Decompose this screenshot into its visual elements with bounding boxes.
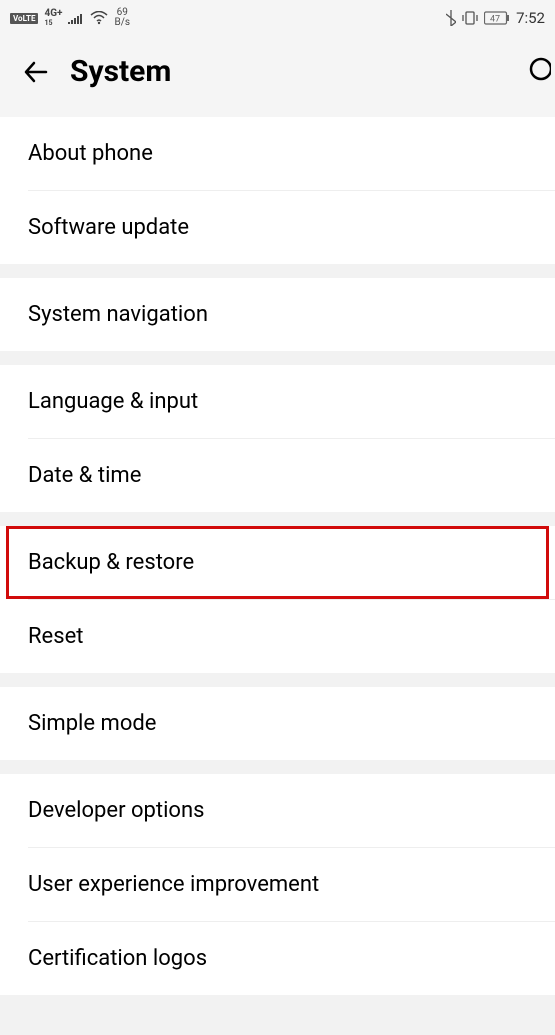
row-certification-logos[interactable]: Certification logos <box>0 922 555 995</box>
row-label: About phone <box>28 141 153 166</box>
search-button[interactable] <box>521 55 551 89</box>
row-label: Simple mode <box>28 711 156 736</box>
wifi-icon <box>90 11 108 25</box>
settings-group: Backup & restore Reset <box>0 526 555 673</box>
settings-list: About phone Software update System navigat… <box>0 117 555 995</box>
status-bar: VoLTE 4G+ 15 69 B/s 47 7:52 <box>0 0 555 36</box>
status-left: VoLTE 4G+ 15 69 B/s <box>10 8 130 28</box>
row-label: Developer options <box>28 798 204 823</box>
settings-group: System navigation <box>0 278 555 351</box>
row-label: Language & input <box>28 389 198 414</box>
network-speed: 69 B/s <box>114 8 130 28</box>
row-software-update[interactable]: Software update <box>0 191 555 264</box>
settings-group: Simple mode <box>0 687 555 760</box>
battery-icon: 47 <box>484 11 510 25</box>
bluetooth-icon <box>446 10 456 26</box>
vibrate-icon <box>462 11 478 25</box>
page-header: System <box>0 36 555 117</box>
row-label: Reset <box>28 624 83 649</box>
back-arrow-icon <box>20 56 52 88</box>
search-icon <box>521 55 551 85</box>
row-label: Backup & restore <box>28 550 194 575</box>
row-language-input[interactable]: Language & input <box>0 365 555 438</box>
volte-badge: VoLTE <box>10 13 38 24</box>
signal-icon <box>68 12 84 24</box>
row-backup-restore[interactable]: Backup & restore <box>0 526 555 599</box>
settings-group: About phone Software update <box>0 117 555 264</box>
row-simple-mode[interactable]: Simple mode <box>0 687 555 760</box>
settings-group: Developer options User experience improve… <box>0 774 555 995</box>
row-label: System navigation <box>28 302 208 327</box>
row-date-time[interactable]: Date & time <box>0 439 555 512</box>
back-button[interactable] <box>12 56 60 88</box>
row-reset[interactable]: Reset <box>0 600 555 673</box>
page-title: System <box>70 54 171 89</box>
status-right: 47 7:52 <box>446 9 545 27</box>
row-label: Certification logos <box>28 946 207 971</box>
row-label: Date & time <box>28 463 141 488</box>
network-type: 4G+ 15 <box>44 9 62 28</box>
row-label: User experience improvement <box>28 872 319 897</box>
settings-group: Language & input Date & time <box>0 365 555 512</box>
row-about-phone[interactable]: About phone <box>0 117 555 190</box>
status-time: 7:52 <box>516 9 545 27</box>
row-system-navigation[interactable]: System navigation <box>0 278 555 351</box>
svg-text:47: 47 <box>490 15 500 25</box>
row-label: Software update <box>28 215 189 240</box>
row-user-experience[interactable]: User experience improvement <box>0 848 555 921</box>
row-developer-options[interactable]: Developer options <box>0 774 555 847</box>
